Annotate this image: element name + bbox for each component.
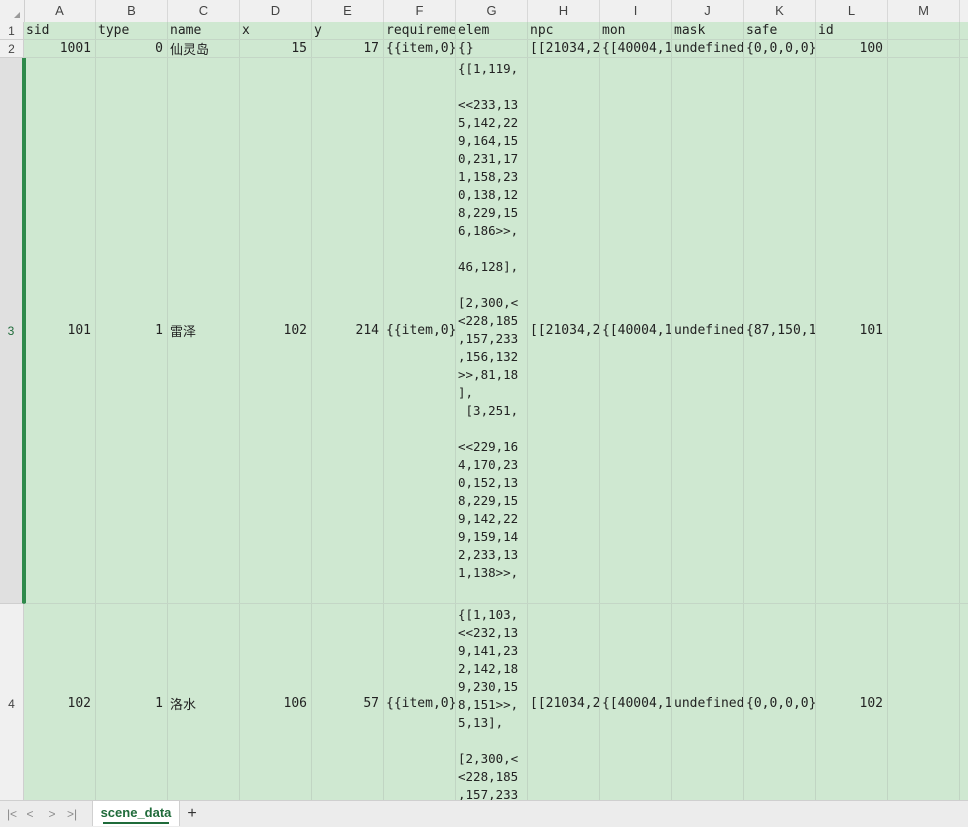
cell-A2[interactable]: 1001: [24, 40, 96, 57]
last-sheet-icon[interactable]: >|: [64, 806, 80, 822]
cell-F4[interactable]: {{item,0}: [384, 604, 456, 800]
cell-E4[interactable]: 57: [312, 604, 384, 800]
row-header-2[interactable]: 2: [0, 40, 24, 58]
next-sheet-icon[interactable]: >: [44, 806, 60, 822]
cell-I2[interactable]: {[40004,1: [600, 40, 672, 57]
cell-J3[interactable]: undefined: [672, 58, 744, 603]
column-header-F[interactable]: F: [384, 0, 456, 22]
table-row: sid type name x y requireme elem npc mon…: [24, 22, 968, 40]
cell-A4[interactable]: 102: [24, 604, 96, 800]
spreadsheet-grid[interactable]: A B C D E F G H I J K L M 1 2 3 4 sid ty…: [0, 0, 968, 800]
cell-C1[interactable]: name: [168, 22, 240, 39]
cell-G4[interactable]: {[1,103, <<232,13 9,141,23 2,142,18 9,23…: [456, 604, 528, 800]
cell-D3[interactable]: 102: [240, 58, 312, 603]
column-header-I[interactable]: I: [600, 0, 672, 22]
cell-M2[interactable]: [888, 40, 960, 57]
add-sheet-icon[interactable]: +: [184, 804, 200, 824]
prev-sheet-icon[interactable]: <: [22, 806, 38, 822]
cell-D1[interactable]: x: [240, 22, 312, 39]
cell-C2[interactable]: 仙灵岛: [168, 40, 240, 57]
cell-F2[interactable]: {{item,0}: [384, 40, 456, 57]
row-header-4[interactable]: 4: [0, 604, 24, 800]
cell-E1[interactable]: y: [312, 22, 384, 39]
cell-H1[interactable]: npc: [528, 22, 600, 39]
cell-D2[interactable]: 15: [240, 40, 312, 57]
column-header-G[interactable]: G: [456, 0, 528, 22]
column-header-E[interactable]: E: [312, 0, 384, 22]
cell-J4[interactable]: undefined: [672, 604, 744, 800]
select-all-corner[interactable]: [0, 0, 25, 22]
cell-F3[interactable]: {{item,0}: [384, 58, 456, 603]
cell-L3[interactable]: 101: [816, 58, 888, 603]
cell-I4[interactable]: {[40004,1: [600, 604, 672, 800]
cell-C4[interactable]: 洛水: [168, 604, 240, 800]
cell-M3[interactable]: [888, 58, 960, 603]
cell-J2[interactable]: undefined: [672, 40, 744, 57]
cell-L1[interactable]: id: [816, 22, 888, 39]
cell-H4[interactable]: [[21034,2: [528, 604, 600, 800]
table-row: 101 1 雷泽 102 214 {{item,0} {[1,119, <<23…: [24, 58, 968, 604]
cell-B4[interactable]: 1: [96, 604, 168, 800]
cell-G2[interactable]: {}: [456, 40, 528, 57]
table-row: 102 1 洛水 106 57 {{item,0} {[1,103, <<232…: [24, 604, 968, 800]
column-header-M[interactable]: M: [888, 0, 960, 22]
cell-M1[interactable]: [888, 22, 960, 39]
table-row: 1001 0 仙灵岛 15 17 {{item,0} {} [[21034,2 …: [24, 40, 968, 58]
select-all-icon: [14, 12, 20, 18]
cell-E3[interactable]: 214: [312, 58, 384, 603]
cell-M4[interactable]: [888, 604, 960, 800]
first-sheet-icon[interactable]: |<: [4, 806, 20, 822]
column-header-C[interactable]: C: [168, 0, 240, 22]
cell-A1[interactable]: sid: [24, 22, 96, 39]
cell-I3[interactable]: {[40004,1: [600, 58, 672, 603]
cell-G1[interactable]: elem: [456, 22, 528, 39]
cell-H2[interactable]: [[21034,2: [528, 40, 600, 57]
cell-I1[interactable]: mon: [600, 22, 672, 39]
cell-B3[interactable]: 1: [96, 58, 168, 603]
cell-D4[interactable]: 106: [240, 604, 312, 800]
column-header-L[interactable]: L: [816, 0, 888, 22]
cell-K1[interactable]: safe: [744, 22, 816, 39]
column-header-J[interactable]: J: [672, 0, 744, 22]
row-header-1[interactable]: 1: [0, 22, 24, 40]
column-header-bar: A B C D E F G H I J K L M: [0, 0, 968, 23]
cell-H3[interactable]: [[21034,2: [528, 58, 600, 603]
cell-A3[interactable]: 101: [26, 58, 96, 603]
cell-B1[interactable]: type: [96, 22, 168, 39]
cell-G3[interactable]: {[1,119, <<233,13 5,142,22 9,164,15 0,23…: [456, 58, 528, 603]
cell-J1[interactable]: mask: [672, 22, 744, 39]
cell-L4[interactable]: 102: [816, 604, 888, 800]
cell-B2[interactable]: 0: [96, 40, 168, 57]
cell-K2[interactable]: {0,0,0,0}: [744, 40, 816, 57]
cell-K3[interactable]: {87,150,1: [744, 58, 816, 603]
column-header-D[interactable]: D: [240, 0, 312, 22]
cell-K4[interactable]: {0,0,0,0}: [744, 604, 816, 800]
sheet-tab-bar: |< < > >| scene_data +: [0, 800, 968, 827]
column-header-B[interactable]: B: [96, 0, 168, 22]
cell-C3[interactable]: 雷泽: [168, 58, 240, 603]
cell-L2[interactable]: 100: [816, 40, 888, 57]
cell-F1[interactable]: requireme: [384, 22, 456, 39]
column-header-A[interactable]: A: [24, 0, 96, 22]
sheet-tab-scene-data[interactable]: scene_data: [92, 801, 180, 826]
row-header-3[interactable]: 3: [0, 58, 24, 604]
column-header-H[interactable]: H: [528, 0, 600, 22]
column-header-K[interactable]: K: [744, 0, 816, 22]
cell-E2[interactable]: 17: [312, 40, 384, 57]
